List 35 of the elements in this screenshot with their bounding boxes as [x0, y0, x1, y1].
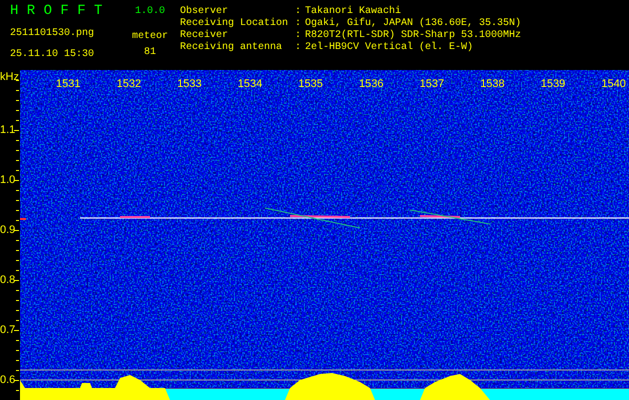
time-label: 1539 — [540, 78, 566, 90]
info-value: Takanori Kawachi — [305, 6, 402, 18]
colon-separator: : — [295, 42, 302, 54]
info-label: Receiver — [180, 30, 230, 42]
time-label: 1536 — [359, 78, 384, 90]
info-value: Ogaki, Gifu, JAPAN (136.60E, 35.35N) — [305, 18, 522, 30]
time-label: 1534 — [238, 78, 262, 90]
time-label: 1540 — [601, 78, 626, 90]
time-label: 1531 — [56, 78, 80, 90]
count-label: meteor — [132, 31, 168, 43]
axis-label: 0.9 — [0, 224, 16, 236]
app-title: H R O F F T — [10, 3, 104, 19]
axis-label: 1.0 — [0, 174, 16, 186]
axis-label: 0.6 — [0, 374, 16, 386]
time-label: 1535 — [298, 78, 323, 90]
info-label: Observer — [180, 6, 230, 18]
time-label: 1532 — [116, 78, 142, 90]
date-time: 25.11.10 15:30 — [10, 49, 96, 61]
time-label: 1537 — [420, 78, 444, 90]
axis-label: 0.7 — [0, 324, 16, 336]
info-label: Receiving Location — [180, 18, 290, 30]
axis-unit: kHz — [0, 71, 19, 83]
file-name: 2511101530.png — [10, 28, 96, 40]
time-label: 1533 — [177, 78, 202, 90]
version-label: 1.0.0 — [134, 6, 165, 18]
axis-label: 1.1 — [0, 124, 16, 136]
time-label: 1538 — [480, 78, 505, 90]
colon-separator: : — [295, 18, 302, 30]
colon-separator: : — [295, 30, 302, 42]
meteor-count: 81 — [144, 47, 156, 59]
info-value: R820T2(RTL-SDR) SDR-Sharp 53.1000MHz — [305, 30, 522, 42]
info-value: 2el-HB9CV Vertical (el. E-W) — [305, 42, 474, 54]
colon-separator: : — [295, 6, 302, 18]
info-label: Receiving antenna — [180, 42, 284, 54]
axis-label: 0.8 — [0, 274, 16, 286]
